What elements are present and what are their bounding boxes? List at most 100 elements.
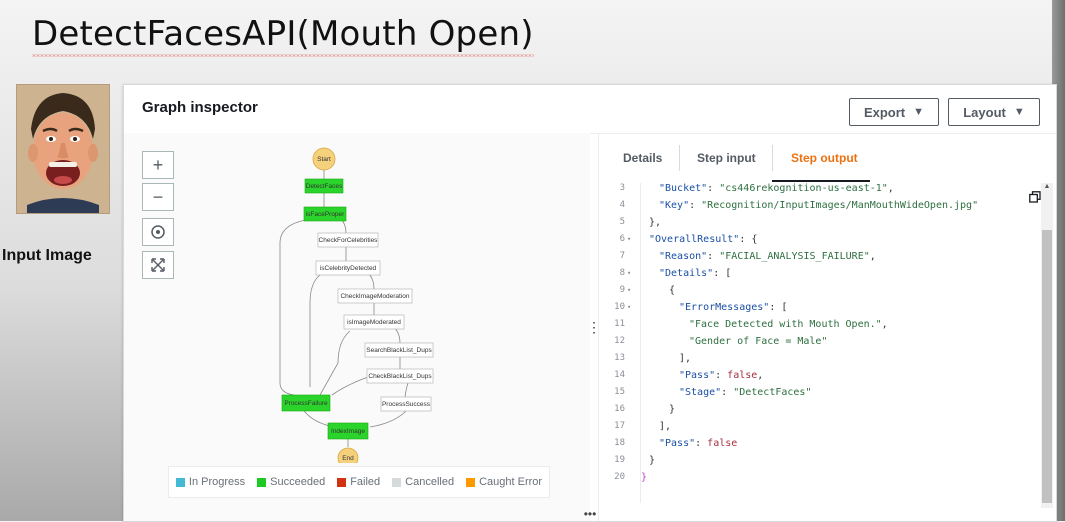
legend-in-progress: In Progress <box>175 476 246 488</box>
caret-down-icon: ▼ <box>913 106 925 118</box>
code-line: 12 "Gender of Face = Male" <box>599 333 1039 350</box>
line-number: 8 <box>619 268 625 278</box>
code-line: 4 "Key": "Recognition/InputImages/ManMout… <box>599 197 1039 214</box>
line-number: 9 <box>619 285 625 295</box>
fold-toggle-icon[interactable]: ▾ <box>627 282 631 299</box>
code-scrollbar[interactable]: ▲ <box>1041 183 1053 508</box>
graph-legend: In Progress Succeeded Failed Cancelled C… <box>168 466 550 498</box>
node-search-blacklist-dups[interactable]: SearchBlackList_Dups <box>364 342 434 358</box>
line-number: 6 <box>619 234 625 244</box>
json-key: "OverallResult" <box>649 234 740 245</box>
code-line: 5}, <box>599 214 1039 231</box>
legend-caught-error: Caught Error <box>466 476 542 488</box>
legend-swatch <box>337 477 347 487</box>
legend-label: Succeeded <box>270 476 326 488</box>
tab-separator <box>772 145 773 171</box>
line-number: 19 <box>614 455 625 465</box>
code-line: 20} <box>599 469 1039 486</box>
node-is-face-proper[interactable]: isFaceProper <box>303 206 347 222</box>
code-line: 8 ▾ "Details": [ <box>599 265 1039 282</box>
legend-failed: Failed <box>337 476 380 488</box>
code-line: 11 "Face Detected with Mouth Open.", <box>599 316 1039 333</box>
node-is-celebrity-detected-label: isCelebrityDetected <box>320 265 377 272</box>
node-end-label: End <box>342 455 354 462</box>
line-number: 10 <box>614 302 625 312</box>
json-punct: } <box>641 472 648 483</box>
graph-pane[interactable]: + − Start DetectFaces isFaceProper Check… <box>124 133 590 521</box>
json-value: "Gender of Face = Male" <box>689 336 828 347</box>
layout-button-label: Layout <box>963 104 1006 120</box>
json-punct: ], <box>659 421 672 432</box>
code-line: 10 ▾ "ErrorMessages": [ <box>599 299 1039 316</box>
code-line: 9 ▾ { <box>599 282 1039 299</box>
json-key: "Reason" <box>659 251 708 262</box>
json-value: false <box>707 438 738 449</box>
node-check-blacklist-dups-label: CheckBlackList_Dups <box>368 373 432 380</box>
slide-title-text: DetectFacesAPI(Mouth Open) <box>32 14 534 57</box>
node-detect-faces[interactable]: DetectFaces <box>304 178 344 194</box>
legend-swatch <box>392 477 402 487</box>
json-punct: } <box>669 404 676 415</box>
line-number: 17 <box>614 421 625 431</box>
node-check-for-celebrities[interactable]: CheckForCelebrities <box>317 232 379 248</box>
json-punct: : { <box>739 234 758 245</box>
slide-title: DetectFacesAPI(Mouth Open) <box>32 14 534 54</box>
line-number: 16 <box>614 404 625 414</box>
panel-resize-handle[interactable]: ••• <box>124 507 1056 521</box>
input-image-label: Input Image <box>2 247 92 264</box>
tab-details[interactable]: Details <box>623 151 662 165</box>
legend-label: Cancelled <box>405 476 455 488</box>
copy-icon[interactable] <box>1029 191 1041 203</box>
tab-step-input[interactable]: Step input <box>697 151 756 165</box>
panel-header: Graph inspector Export ▼ Layout ▼ <box>124 85 1056 134</box>
code-line: 15 "Stage": "DetectFaces" <box>599 384 1039 401</box>
export-button[interactable]: Export ▼ <box>849 98 939 126</box>
json-value: false <box>727 370 758 381</box>
state-machine-graph: Start DetectFaces isFaceProper CheckForC… <box>279 147 434 463</box>
node-check-blacklist-dups[interactable]: CheckBlackList_Dups <box>366 368 434 384</box>
export-button-label: Export <box>863 104 906 120</box>
node-is-face-proper-label: isFaceProper <box>306 211 345 218</box>
json-punct: { <box>669 285 676 296</box>
json-value: "Recognition/InputImages/ManMouthWideOpe… <box>701 200 979 211</box>
node-end[interactable]: End <box>337 447 359 463</box>
fold-toggle-icon[interactable]: ▾ <box>627 265 631 282</box>
fold-toggle-icon[interactable]: ▾ <box>627 299 631 316</box>
node-is-image-moderated[interactable]: isImageModerated <box>343 314 405 330</box>
line-number: 15 <box>614 387 625 397</box>
legend-swatch <box>466 477 476 487</box>
node-index-image[interactable]: IndexImage <box>327 422 369 440</box>
json-punct: : [ <box>713 268 732 279</box>
step-output-json[interactable]: 3 "Bucket": "cs446rekognition-us-east-1",… <box>599 183 1039 503</box>
line-number: 11 <box>614 319 625 329</box>
node-is-celebrity-detected[interactable]: isCelebrityDetected <box>315 260 381 276</box>
code-line: 17], <box>599 418 1039 435</box>
scroll-up-arrow-icon[interactable]: ▲ <box>1041 183 1053 193</box>
json-value: "FACIAL_ANALYSIS_FAILURE" <box>719 251 870 262</box>
legend-label: In Progress <box>188 476 246 488</box>
json-value: "cs446rekognition-us-east-1" <box>719 183 888 194</box>
legend-label: Caught Error <box>479 476 543 488</box>
scroll-thumb[interactable] <box>1042 230 1052 503</box>
node-check-for-celebrities-label: CheckForCelebrities <box>319 237 379 244</box>
node-process-failure[interactable]: ProcessFailure <box>281 394 331 412</box>
code-line: 7 "Reason": "FACIAL_ANALYSIS_FAILURE", <box>599 248 1039 265</box>
code-line: 13], <box>599 350 1039 367</box>
node-is-image-moderated-label: isImageModerated <box>347 319 401 326</box>
line-number: 3 <box>619 183 625 193</box>
pane-resize-handle[interactable]: ⋮ <box>587 133 601 521</box>
node-search-blacklist-dups-label: SearchBlackList_Dups <box>366 347 432 354</box>
layout-button[interactable]: Layout ▼ <box>948 98 1040 126</box>
tab-step-output[interactable]: Step output <box>791 151 858 165</box>
json-key: "Stage" <box>679 387 722 398</box>
node-check-image-moderation[interactable]: CheckImageModeration <box>337 288 413 304</box>
input-face-photo <box>16 84 110 214</box>
active-tab-indicator <box>772 180 870 182</box>
node-start[interactable]: Start <box>312 147 336 171</box>
fold-toggle-icon[interactable]: ▾ <box>627 231 631 248</box>
face-illustration <box>17 85 109 213</box>
detail-tabs: Details Step input Step output <box>599 133 1057 183</box>
node-process-success[interactable]: ProcessSuccess <box>380 396 432 412</box>
json-key: "Key" <box>659 200 690 211</box>
legend-swatch <box>257 477 267 487</box>
